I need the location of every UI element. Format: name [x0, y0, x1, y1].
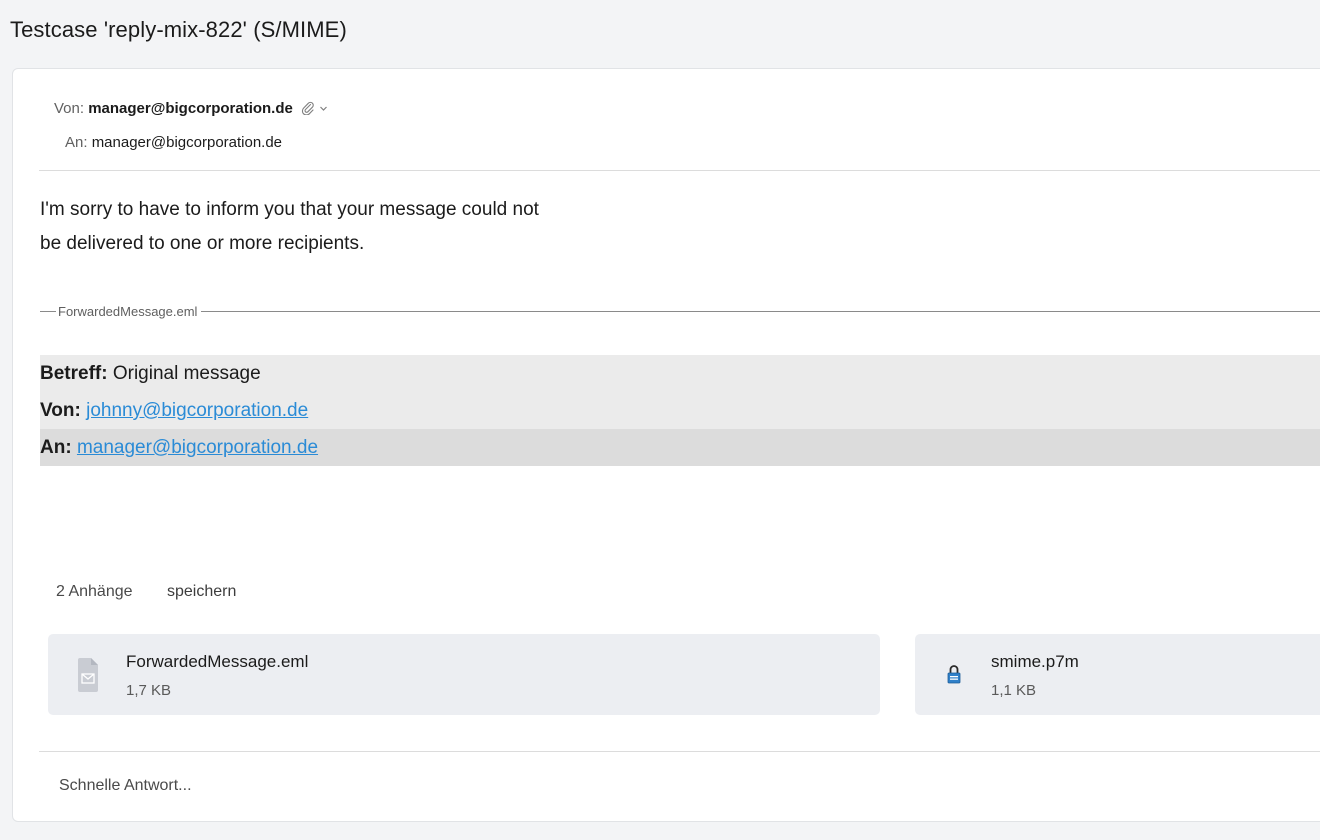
forwarded-message-label: ForwardedMessage.eml [58, 303, 198, 319]
body-line-1: I'm sorry to have to inform you that you… [40, 199, 539, 220]
attachments-count: 2 Anhänge [56, 583, 133, 600]
to-label: An: [65, 134, 88, 151]
attachment-name: ForwardedMessage.eml [126, 652, 309, 671]
forwarded-headers: Betreff: Original message Von: johnny@bi… [40, 355, 1320, 466]
attachment-tile[interactable]: ForwardedMessage.eml 1,7 KB [48, 634, 880, 715]
header-from-row: Von: manager@bigcorporation.de [54, 98, 328, 119]
forwarded-subject-label: Betreff: [40, 363, 108, 384]
forwarded-from-label: Von: [40, 400, 81, 421]
lock-file-icon [947, 664, 961, 684]
message-body: I'm sorry to have to inform you that you… [40, 193, 539, 261]
attachment-size: 1,7 KB [126, 682, 172, 699]
header-divider [39, 170, 1320, 171]
attachment-name: smime.p7m [991, 652, 1079, 671]
chevron-down-icon [319, 100, 328, 116]
forwarded-to-label: An: [40, 437, 72, 458]
attachment-tile[interactable]: smime.p7m 1,1 KB [915, 634, 1320, 715]
quick-reply-divider [39, 751, 1320, 752]
to-address[interactable]: manager@bigcorporation.de [92, 134, 282, 151]
forwarded-from-link[interactable]: johnny@bigcorporation.de [86, 400, 308, 421]
attachment-icon [301, 100, 319, 116]
forwarded-subject-row: Betreff: Original message [40, 355, 1320, 392]
from-address[interactable]: manager@bigcorporation.de [88, 100, 293, 117]
quick-reply-input[interactable]: Schnelle Antwort... [59, 777, 192, 795]
attachments-bar: 2 Anhänge speichern [56, 583, 236, 601]
forwarded-to-row: An: manager@bigcorporation.de [40, 429, 1320, 466]
header-to-row: An: manager@bigcorporation.de [65, 133, 282, 153]
body-line-2: be delivered to one or more recipients. [40, 233, 365, 254]
forwarded-from-row: Von: johnny@bigcorporation.de [40, 392, 1320, 429]
from-label: Von: [54, 100, 85, 117]
separator-rule [201, 310, 1320, 312]
forwarded-to-link[interactable]: manager@bigcorporation.de [77, 437, 318, 458]
forwarded-subject-value: Original message [112, 363, 261, 384]
mail-file-icon [77, 657, 99, 693]
message-card: Von: manager@bigcorporation.de An: manag… [12, 68, 1320, 822]
sender-options[interactable] [301, 98, 328, 118]
separator-dash [40, 310, 56, 312]
message-subject: Testcase 'reply-mix-822' (S/MIME) [10, 17, 347, 42]
attachment-size: 1,1 KB [991, 682, 1037, 699]
forwarded-message-separator: ForwardedMessage.eml [40, 303, 1320, 319]
save-attachments-button[interactable]: speichern [167, 583, 236, 600]
